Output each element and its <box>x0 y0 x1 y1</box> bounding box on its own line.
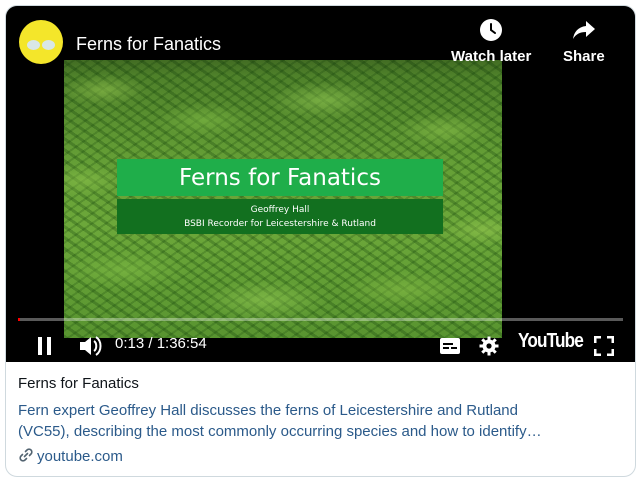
captions-icon[interactable] <box>439 337 461 355</box>
volume-icon[interactable] <box>78 334 104 358</box>
channel-avatar[interactable] <box>19 20 63 64</box>
avatar-eye-right <box>42 40 55 50</box>
link-icon <box>19 448 33 462</box>
pause-icon[interactable] <box>36 336 54 356</box>
clock-icon <box>480 19 503 41</box>
card-description-line1: Fern expert Geoffrey Hall discusses the … <box>18 402 518 419</box>
time-display: 0:13 / 1:36:54 <box>115 335 207 352</box>
fullscreen-icon[interactable] <box>594 336 614 356</box>
progress-bar[interactable] <box>18 318 623 321</box>
slide-presenter: Geoffrey Hall <box>250 204 310 215</box>
settings-gear-icon[interactable] <box>479 336 499 356</box>
share-arrow-icon <box>572 21 595 39</box>
player-controls: 0:13 / 1:36:54 YouTube <box>6 326 635 362</box>
slide-subtitle: Geoffrey Hall BSBI Recorder for Leiceste… <box>117 199 443 234</box>
card-domain: youtube.com <box>37 448 123 465</box>
card-description-line2: (VC55), describing the most commonly occ… <box>18 423 542 440</box>
slide-role: BSBI Recorder for Leicestershire & Rutla… <box>184 218 376 229</box>
watch-later-button[interactable]: Watch later <box>451 18 531 65</box>
video-player[interactable]: Ferns for Fanatics Geoffrey Hall BSBI Re… <box>6 6 635 362</box>
video-title[interactable]: Ferns for Fanatics <box>76 34 221 55</box>
watch-later-label: Watch later <box>451 48 532 65</box>
progress-played <box>18 318 20 321</box>
video-frame[interactable]: Ferns for Fanatics Geoffrey Hall BSBI Re… <box>64 60 502 338</box>
youtube-logo[interactable]: YouTube <box>518 330 584 353</box>
slide-title: Ferns for Fanatics <box>117 159 443 196</box>
share-button[interactable]: Share <box>563 18 605 65</box>
card-domain-link[interactable]: youtube.com <box>18 447 123 465</box>
card-meta[interactable]: Ferns for Fanatics Fern expert Geoffrey … <box>6 362 635 476</box>
card-title[interactable]: Ferns for Fanatics <box>18 375 139 392</box>
link-preview-card[interactable]: Ferns for Fanatics Geoffrey Hall BSBI Re… <box>5 5 636 477</box>
card-description[interactable]: Fern expert Geoffrey Hall discusses the … <box>18 400 623 442</box>
share-label: Share <box>563 48 605 65</box>
avatar-eye-left <box>27 40 40 50</box>
player-top-bar: Ferns for Fanatics Watch later Share <box>6 6 635 76</box>
